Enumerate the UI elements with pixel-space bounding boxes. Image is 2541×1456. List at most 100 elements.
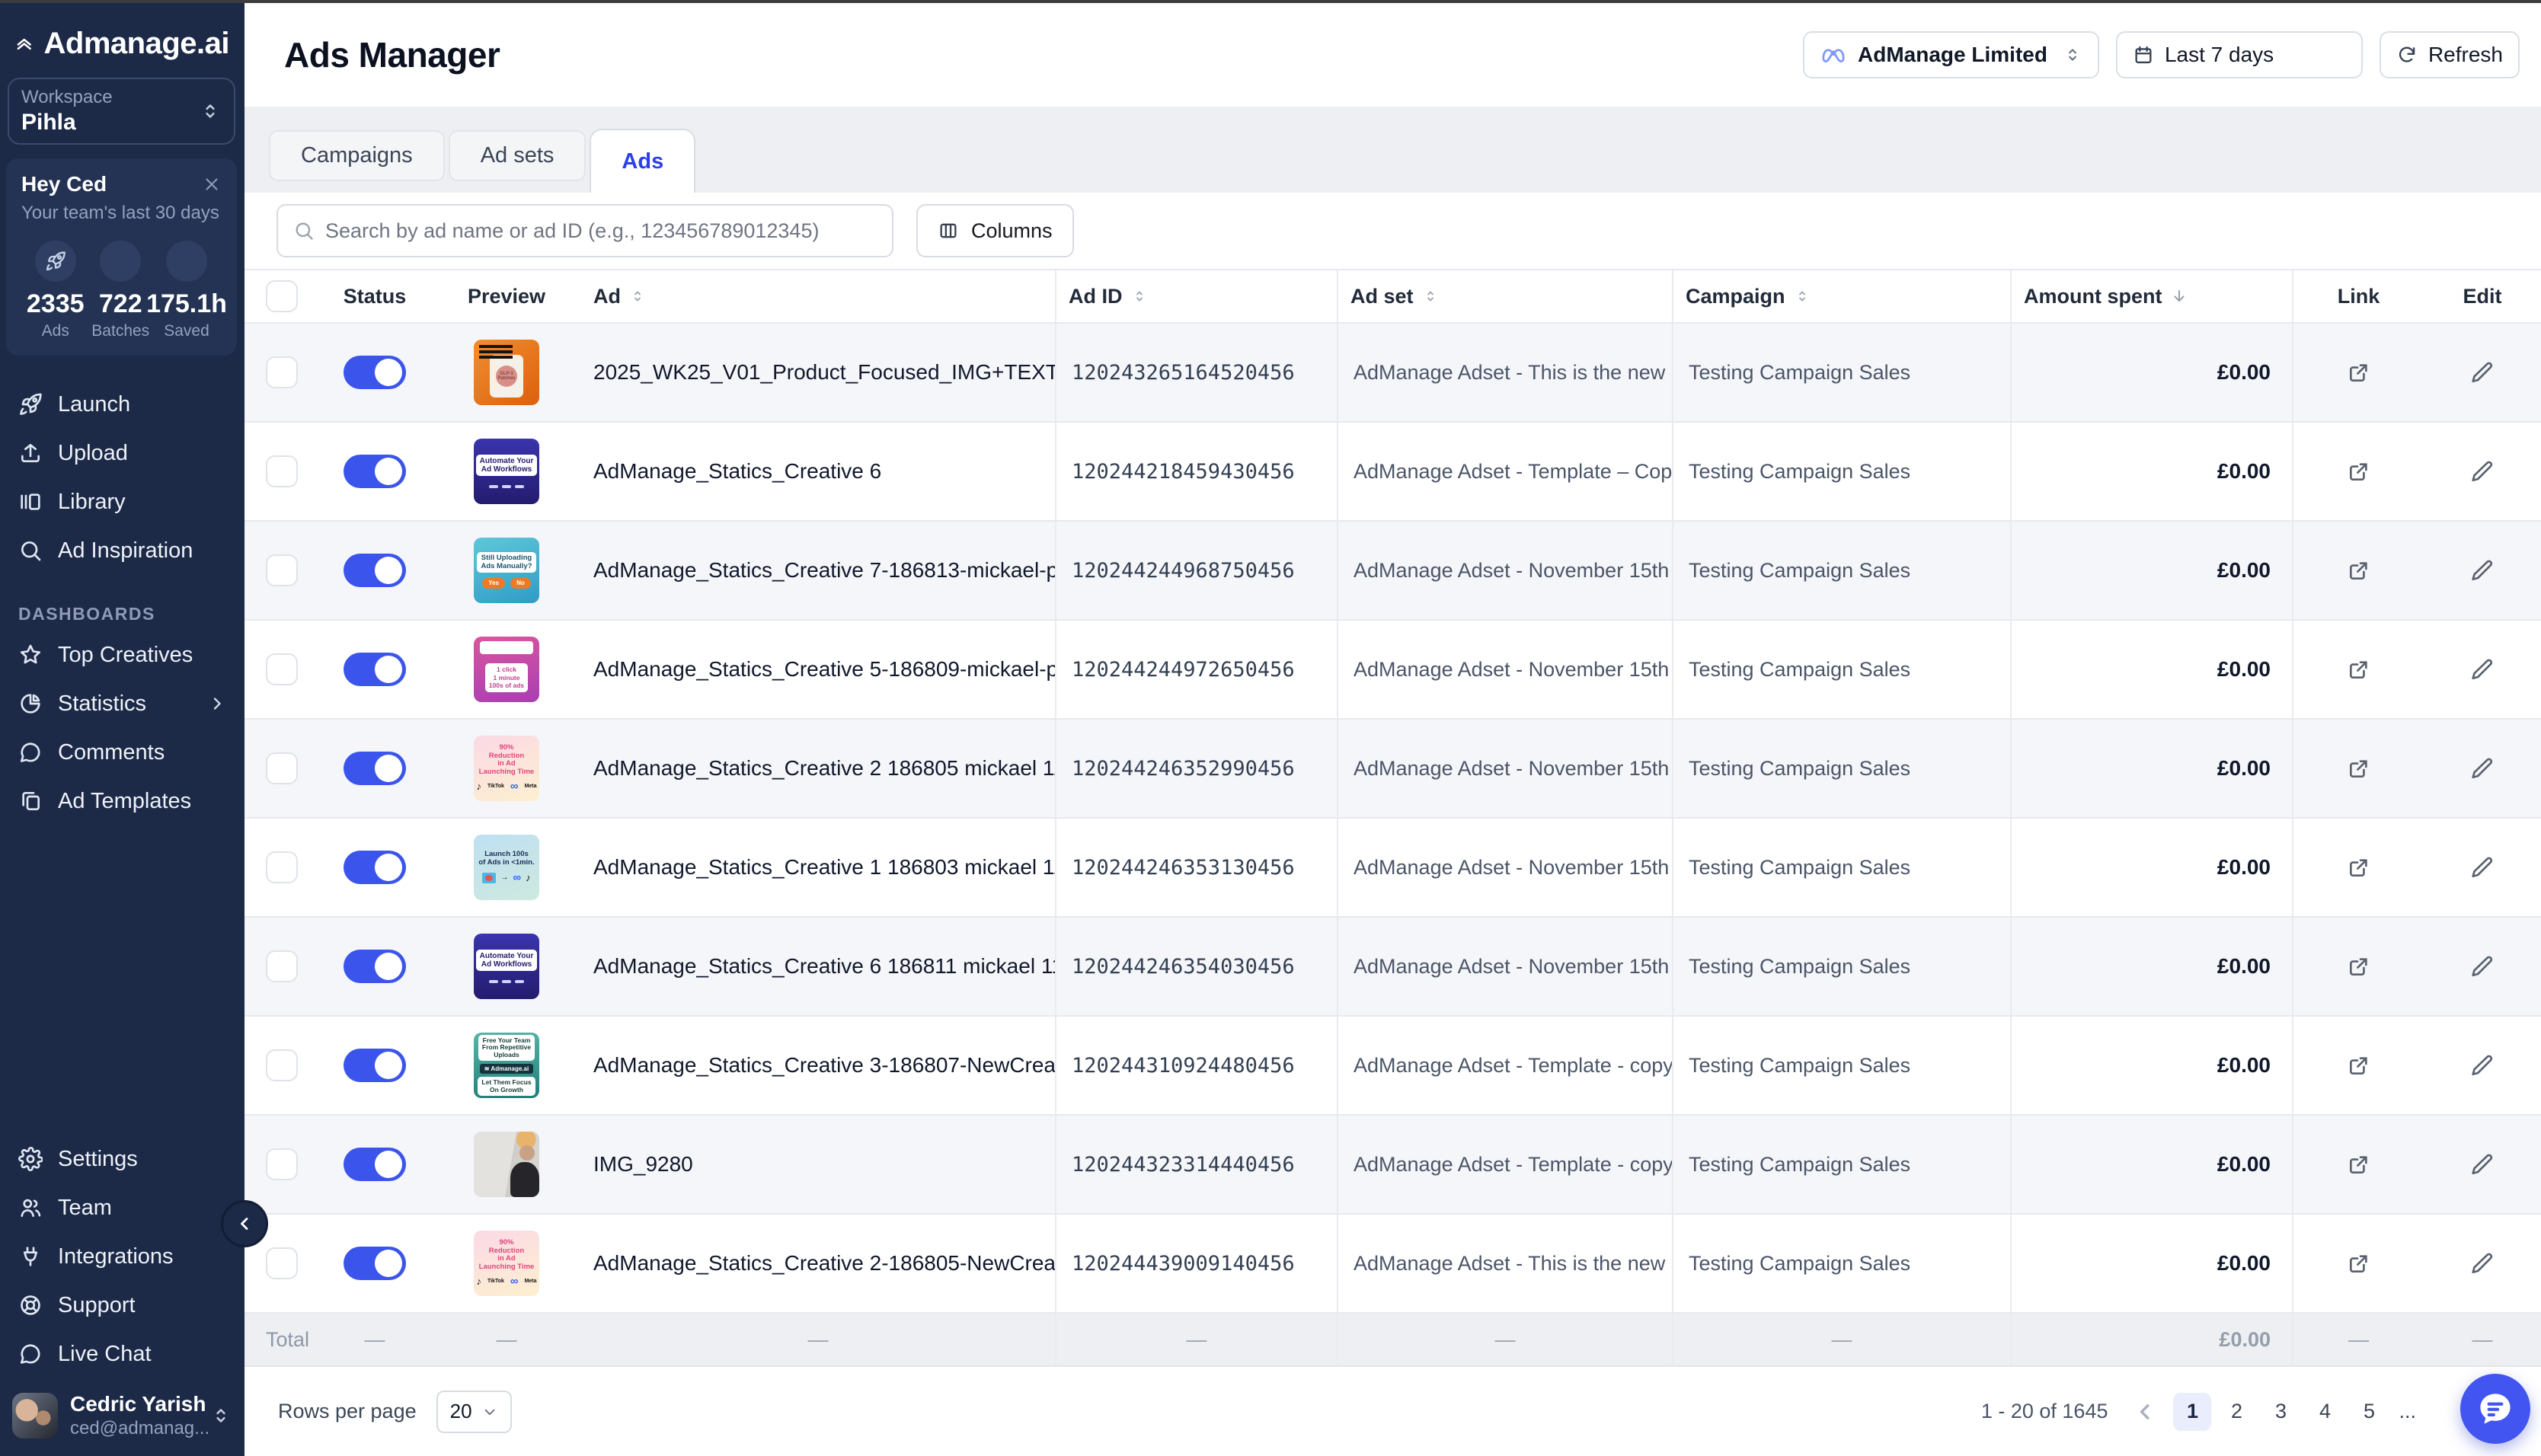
chevron-updown-icon [199,100,222,123]
external-link-icon[interactable] [2347,657,2371,682]
team-stats-card: Hey Ced Your team's last 30 days 2335Ads… [6,158,237,356]
page-button-2[interactable]: 2 [2217,1393,2255,1431]
page-button-4[interactable]: 4 [2306,1393,2344,1431]
previous-page-button[interactable] [2133,1400,2156,1423]
edit-pencil-icon[interactable] [2470,459,2495,484]
sidebar-item-launch[interactable]: Launch [0,380,245,429]
amount-spent: £0.00 [2012,621,2293,718]
external-link-icon[interactable] [2347,954,2371,979]
ad-status-toggle[interactable] [344,455,406,488]
select-all-checkbox[interactable] [266,280,298,312]
ad-row-checkbox[interactable] [266,1148,298,1180]
column-header-link: Link [2293,270,2424,322]
ad-preview-thumbnail[interactable]: 90%Reductionin AdLaunching Time♪TikTok∞M… [474,736,539,801]
tab-campaigns[interactable]: Campaigns [269,130,445,181]
ad-status-toggle[interactable] [344,356,406,389]
tab-ad-sets[interactable]: Ad sets [449,130,587,181]
external-link-icon[interactable] [2347,1251,2371,1276]
search-input[interactable] [325,219,877,243]
ad-status-toggle[interactable] [344,752,406,785]
ad-status-toggle[interactable] [344,851,406,884]
table-row: 90%Reductionin AdLaunching Time♪TikTok∞M… [245,1215,2541,1314]
ad-preview-thumbnail[interactable]: Automate YourAd Workflows [474,934,539,999]
page-button-3[interactable]: 3 [2261,1393,2300,1431]
ad-status-toggle[interactable] [344,554,406,587]
sidebar-item-team[interactable]: Team [0,1183,245,1232]
columns-button[interactable]: Columns [916,204,1074,257]
ad-preview-thumbnail[interactable]: 1 click1 minute100s of ads [474,637,539,702]
sidebar-item-ad-templates[interactable]: Ad Templates [0,777,245,825]
workspace-selector[interactable]: Workspace Pihla [8,78,235,145]
ad-status-toggle[interactable] [344,653,406,686]
ad-row-checkbox[interactable] [266,950,298,982]
stat-ads: 2335Ads [23,241,88,340]
tab-label: Ad sets [481,143,555,168]
ad-status-toggle[interactable] [344,1247,406,1280]
column-header-campaign[interactable]: Campaign [1673,270,2012,322]
sidebar-item-statistics[interactable]: Statistics [0,679,245,728]
sidebar-item-integrations[interactable]: Integrations [0,1232,245,1281]
edit-pencil-icon[interactable] [2470,657,2495,682]
page-button-5[interactable]: 5 [2350,1393,2388,1431]
sidebar-item-ad-inspiration[interactable]: Ad Inspiration [0,526,245,575]
ad-name: AdManage_Statics_Creative 2-186805-NewCr… [581,1215,1056,1312]
ad-preview-thumbnail[interactable] [474,1132,539,1197]
external-link-icon[interactable] [2347,459,2371,484]
edit-pencil-icon[interactable] [2470,855,2495,880]
ad-preview-thumbnail[interactable]: GLP-1 Patches [474,340,539,405]
external-link-icon[interactable] [2347,1152,2371,1177]
ad-row-checkbox[interactable] [266,1247,298,1279]
column-header-ad-set[interactable]: Ad set [1338,270,1673,322]
ad-row-checkbox[interactable] [266,752,298,784]
date-range-picker[interactable]: Last 7 days [2116,31,2363,78]
ad-row-checkbox[interactable] [266,1049,298,1081]
page-button-1[interactable]: 1 [2173,1393,2211,1431]
ad-status-toggle[interactable] [344,950,406,983]
edit-pencil-icon[interactable] [2470,954,2495,979]
column-header-ad[interactable]: Ad [581,270,1056,322]
ad-status-toggle[interactable] [344,1148,406,1181]
external-link-icon[interactable] [2347,855,2371,880]
ad-preview-thumbnail[interactable]: Automate YourAd Workflows [474,439,539,504]
sidebar-item-settings[interactable]: Settings [0,1135,245,1183]
sidebar-item-top-creatives[interactable]: Top Creatives [0,631,245,679]
sidebar-item-library[interactable]: Library [0,477,245,526]
ad-account-select[interactable]: AdManage Limited [1803,31,2099,78]
external-link-icon[interactable] [2347,756,2371,781]
external-link-icon[interactable] [2347,558,2371,583]
ad-row-checkbox[interactable] [266,653,298,685]
refresh-label: Refresh [2428,43,2503,67]
ad-row-checkbox[interactable] [266,554,298,586]
sidebar-collapse-button[interactable] [221,1200,268,1247]
sidebar-item-upload[interactable]: Upload [0,429,245,477]
edit-pencil-icon[interactable] [2470,1251,2495,1276]
ad-status-toggle[interactable] [344,1049,406,1082]
sidebar-item-support[interactable]: Support [0,1281,245,1330]
live-chat-fab[interactable] [2460,1374,2530,1444]
edit-pencil-icon[interactable] [2470,1053,2495,1078]
refresh-button[interactable]: Refresh [2380,31,2520,78]
rows-per-page-select[interactable]: 20 [436,1391,512,1433]
ad-preview-thumbnail[interactable]: Free Your TeamFrom RepetitiveUploads≋ Ad… [474,1033,539,1098]
ad-row-checkbox[interactable] [266,851,298,883]
column-header-ad-id[interactable]: Ad ID [1056,270,1338,322]
external-link-icon[interactable] [2347,1053,2371,1078]
ad-row-checkbox[interactable] [266,455,298,487]
column-header-amount-spent[interactable]: Amount spent [2012,270,2293,322]
sidebar-item-live-chat[interactable]: Live Chat [0,1330,245,1378]
edit-pencil-icon[interactable] [2470,756,2495,781]
tab-ads[interactable]: Ads [590,129,695,193]
close-icon[interactable] [202,174,222,194]
campaign-name: Testing Campaign Sales [1673,1116,2012,1213]
external-link-icon[interactable] [2347,360,2371,385]
edit-pencil-icon[interactable] [2470,1152,2495,1177]
sidebar-item-comments[interactable]: Comments [0,728,245,777]
ad-row-checkbox[interactable] [266,356,298,388]
edit-pencil-icon[interactable] [2470,360,2495,385]
sidebar-item-label: Ad Inspiration [58,538,193,564]
edit-pencil-icon[interactable] [2470,558,2495,583]
ad-preview-thumbnail[interactable]: 90%Reductionin AdLaunching Time♪TikTok∞M… [474,1231,539,1296]
user-menu[interactable]: Cedric Yarish ced@admanag... [12,1392,232,1439]
ad-preview-thumbnail[interactable]: Launch 100sof Ads in <1min.→∞♪ [474,835,539,900]
ad-preview-thumbnail[interactable]: Still UploadingAds Manually?YesNo [474,538,539,603]
